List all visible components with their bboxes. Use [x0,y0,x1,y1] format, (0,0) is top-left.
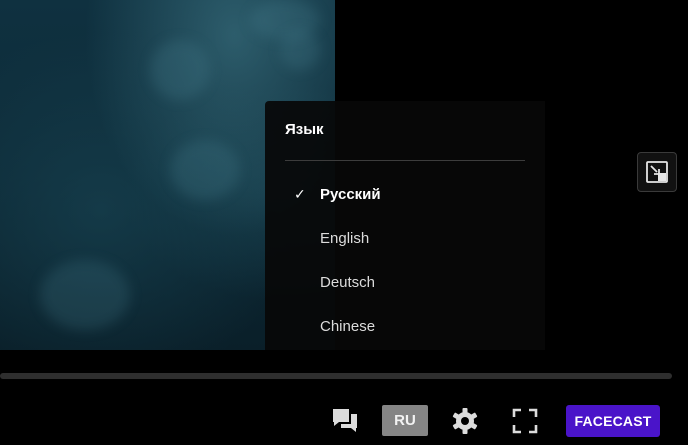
language-menu-title: Язык [285,121,324,138]
checkmark-icon: ✓ [294,186,306,202]
picture-in-picture-button[interactable] [637,152,677,192]
language-option-label: Русский [320,186,381,203]
fullscreen-icon [512,408,538,434]
facecast-brand-button[interactable]: FACECAST [566,405,660,437]
language-option-label: Deutsch [320,274,376,291]
language-menu: Язык ✓ Русский English Deutsch Chinese [265,101,545,350]
chat-button[interactable] [330,405,360,437]
fullscreen-button[interactable] [510,406,540,436]
gear-icon [452,408,478,434]
progress-bar[interactable] [0,373,672,379]
language-option-english[interactable]: English [285,224,525,254]
language-option-russian[interactable]: ✓ Русский [285,180,525,210]
language-option-chinese[interactable]: Chinese [285,312,525,342]
picture-in-picture-icon [646,161,668,183]
language-button[interactable]: RU [382,405,428,436]
settings-button[interactable] [450,406,480,436]
language-option-label: Chinese [320,318,376,335]
language-option-german[interactable]: Deutsch [285,268,525,298]
menu-divider [285,160,525,161]
chat-bubbles-icon [333,409,357,432]
video-player: Язык ✓ Русский English Deutsch Chinese R… [0,0,688,445]
language-option-label: English [320,230,370,247]
